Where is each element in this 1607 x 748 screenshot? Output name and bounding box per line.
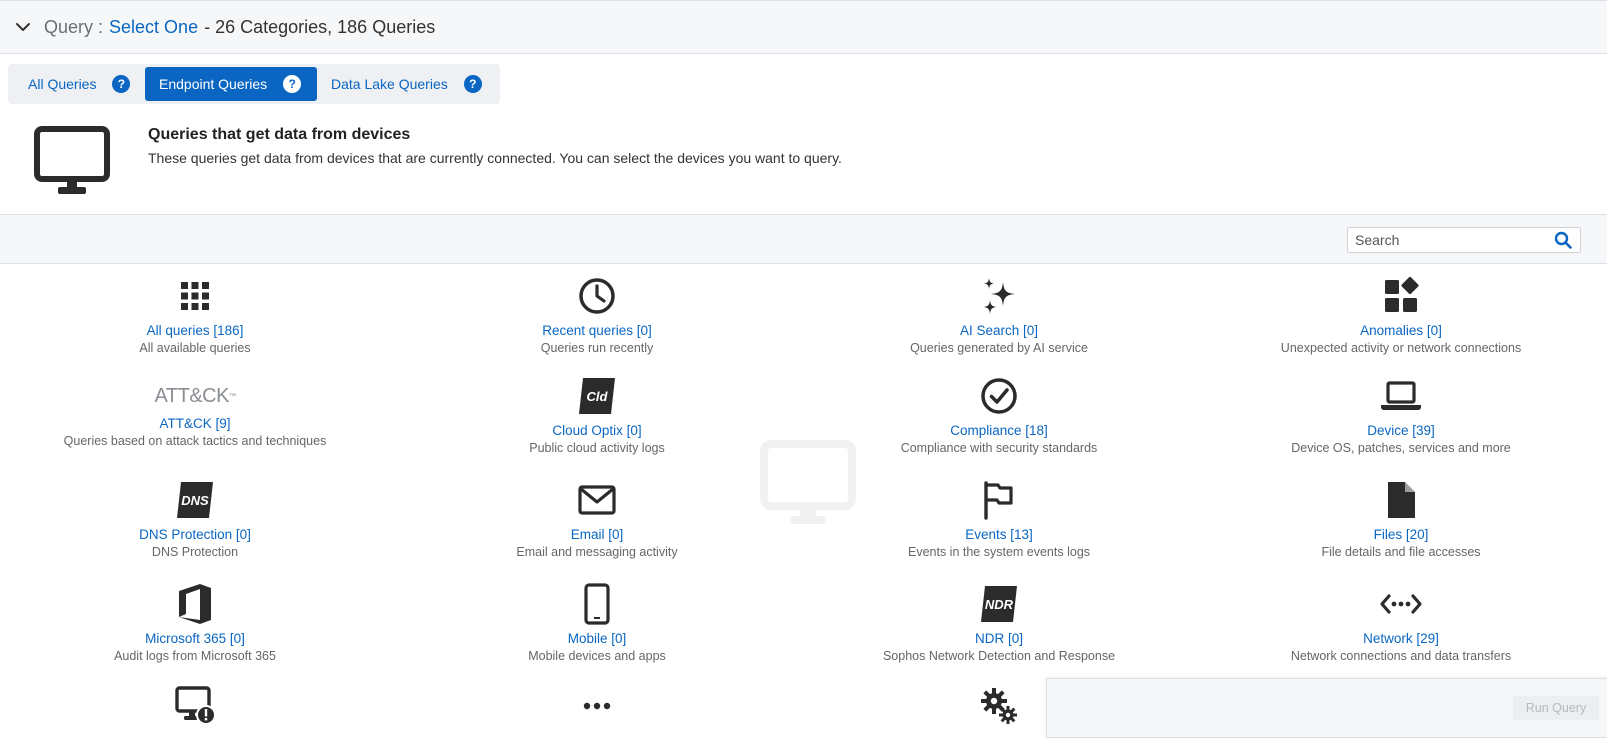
- monitor-icon: [34, 126, 110, 194]
- category-cloud-optix[interactable]: Cld Cloud Optix [0] Public cloud activit…: [407, 374, 787, 455]
- category-more[interactable]: [407, 684, 787, 733]
- category-attck[interactable]: ATT&CK ™ ATT&CK [9] Queries based on atta…: [5, 370, 385, 449]
- more-icon: [583, 702, 611, 710]
- category-name: Recent queries [0]: [542, 323, 652, 338]
- category-name: DNS Protection [0]: [139, 527, 251, 542]
- help-icon[interactable]: ?: [112, 75, 131, 93]
- category-name: ATT&CK [9]: [159, 416, 231, 431]
- category-dns-protection[interactable]: DNS DNS Protection [0] DNS Protection: [5, 478, 385, 559]
- laptop-icon: [1381, 381, 1421, 410]
- category-monitor-alert[interactable]: [5, 684, 385, 733]
- network-icon: [1380, 594, 1422, 614]
- category-description: Mobile devices and apps: [528, 649, 666, 663]
- category-name: Anomalies [0]: [1360, 323, 1442, 338]
- category-description: Email and messaging activity: [516, 545, 678, 559]
- shapes-icon: [1385, 276, 1419, 312]
- category-mobile[interactable]: Mobile [0] Mobile devices and apps: [407, 582, 787, 663]
- category-name: Device [39]: [1367, 423, 1435, 438]
- category-name: Cloud Optix [0]: [552, 423, 642, 438]
- category-description: Queries based on attack tactics and tech…: [63, 434, 327, 448]
- category-anomalies[interactable]: Anomalies [0] Unexpected activity or net…: [1211, 274, 1591, 355]
- query-type-tabs: All Queries ? Endpoint Queries ? Data La…: [8, 64, 500, 104]
- category-description: File details and file accesses: [1321, 545, 1481, 559]
- tab-endpoint-queries[interactable]: Endpoint Queries ?: [145, 67, 317, 101]
- category-name: AI Search [0]: [959, 323, 1039, 338]
- category-name: Email [0]: [570, 527, 624, 542]
- gears-icon: [981, 688, 1017, 724]
- category-description: Queries run recently: [540, 341, 654, 355]
- flag-icon: [984, 481, 1013, 520]
- envelope-icon: [578, 485, 616, 515]
- category-description: Audit logs from Microsoft 365: [114, 649, 276, 663]
- category-name: Microsoft 365 [0]: [145, 631, 245, 646]
- query-label: Query :: [44, 16, 104, 37]
- mobile-icon: [584, 583, 610, 625]
- category-description: DNS Protection: [151, 545, 239, 559]
- category-device[interactable]: Device [39] Device OS, patches, services…: [1211, 374, 1591, 455]
- chevron-down-icon[interactable]: [14, 18, 32, 36]
- category-name: Network [29]: [1363, 631, 1439, 646]
- grid-icon: [181, 282, 209, 310]
- category-description: Compliance with security standards: [900, 441, 1098, 455]
- office-icon: [179, 584, 211, 624]
- attck-logo: ATT&CK ™: [154, 384, 236, 407]
- clock-icon: [579, 278, 615, 314]
- file-icon: [1388, 482, 1415, 518]
- search-box: [1347, 227, 1581, 253]
- svg-text:NDR: NDR: [985, 597, 1014, 612]
- category-name: NDR [0]: [974, 631, 1023, 646]
- run-query-button[interactable]: Run Query: [1513, 696, 1599, 720]
- category-name: Files [20]: [1373, 527, 1429, 542]
- category-description: Network connections and data transfers: [1290, 649, 1512, 663]
- tab-label: Endpoint Queries: [159, 76, 268, 92]
- monitor-watermark-icon: [760, 440, 856, 524]
- category-description: Unexpected activity or network connectio…: [1280, 341, 1522, 355]
- svg-text:Cld: Cld: [587, 389, 609, 404]
- search-icon[interactable]: [1554, 231, 1572, 249]
- category-events[interactable]: Events [13] Events in the system events …: [809, 478, 1189, 559]
- help-icon[interactable]: ?: [463, 75, 482, 93]
- category-email[interactable]: Email [0] Email and messaging activity: [407, 478, 787, 559]
- query-select-link[interactable]: Select One: [109, 17, 198, 38]
- run-query-bar: Run Query: [1046, 678, 1607, 738]
- category-compliance[interactable]: Compliance [18] Compliance with security…: [809, 374, 1189, 455]
- category-name: Mobile [0]: [567, 631, 627, 646]
- category-name: Compliance [18]: [950, 423, 1048, 438]
- cloud-optix-icon: Cld: [579, 378, 615, 414]
- category-ai-search[interactable]: AI Search [0] Queries generated by AI se…: [809, 274, 1189, 355]
- help-icon[interactable]: ?: [283, 75, 302, 93]
- tab-label: All Queries: [28, 76, 97, 92]
- category-microsoft-365[interactable]: Microsoft 365 [0] Audit logs from Micros…: [5, 582, 385, 663]
- svg-text:DNS: DNS: [181, 493, 209, 508]
- monitor-alert-icon: [175, 686, 216, 725]
- search-input[interactable]: [1348, 228, 1544, 252]
- tab-all-queries[interactable]: All Queries ?: [11, 67, 145, 101]
- category-description: Events in the system events logs: [907, 545, 1091, 559]
- category-description: Public cloud activity logs: [529, 441, 665, 455]
- category-files[interactable]: Files [20] File details and file accesse…: [1211, 478, 1591, 559]
- category-description: Device OS, patches, services and more: [1291, 441, 1511, 455]
- category-description: Sophos Network Detection and Response: [882, 649, 1116, 663]
- intro-title: Queries that get data from devices: [148, 126, 411, 143]
- sparkle-icon: [984, 278, 1015, 314]
- category-network[interactable]: Network [29] Network connections and dat…: [1211, 582, 1591, 663]
- dns-icon: DNS: [177, 482, 213, 518]
- category-name: All queries [186]: [146, 323, 244, 338]
- category-all-queries[interactable]: All queries [186] All available queries: [5, 274, 385, 355]
- intro-description: These queries get data from devices that…: [148, 150, 842, 166]
- category-recent-queries[interactable]: Recent queries [0] Queries run recently: [407, 274, 787, 355]
- category-description: Queries generated by AI service: [910, 341, 1088, 355]
- search-bar: [0, 214, 1607, 264]
- category-name: Events [13]: [965, 527, 1033, 542]
- tab-data-lake-queries[interactable]: Data Lake Queries ?: [317, 67, 497, 101]
- category-ndr[interactable]: NDR NDR [0] Sophos Network Detection and…: [809, 582, 1189, 663]
- query-summary: - 26 Categories, 186 Queries: [204, 16, 436, 37]
- tab-label: Data Lake Queries: [331, 76, 448, 92]
- query-header: Query : Select One - 26 Categories, 186 …: [0, 0, 1607, 54]
- category-description: All available queries: [139, 341, 251, 355]
- check-circle-icon: [981, 378, 1017, 414]
- intro-panel: Queries that get data from devices These…: [0, 112, 1607, 214]
- ndr-icon: NDR: [981, 586, 1017, 622]
